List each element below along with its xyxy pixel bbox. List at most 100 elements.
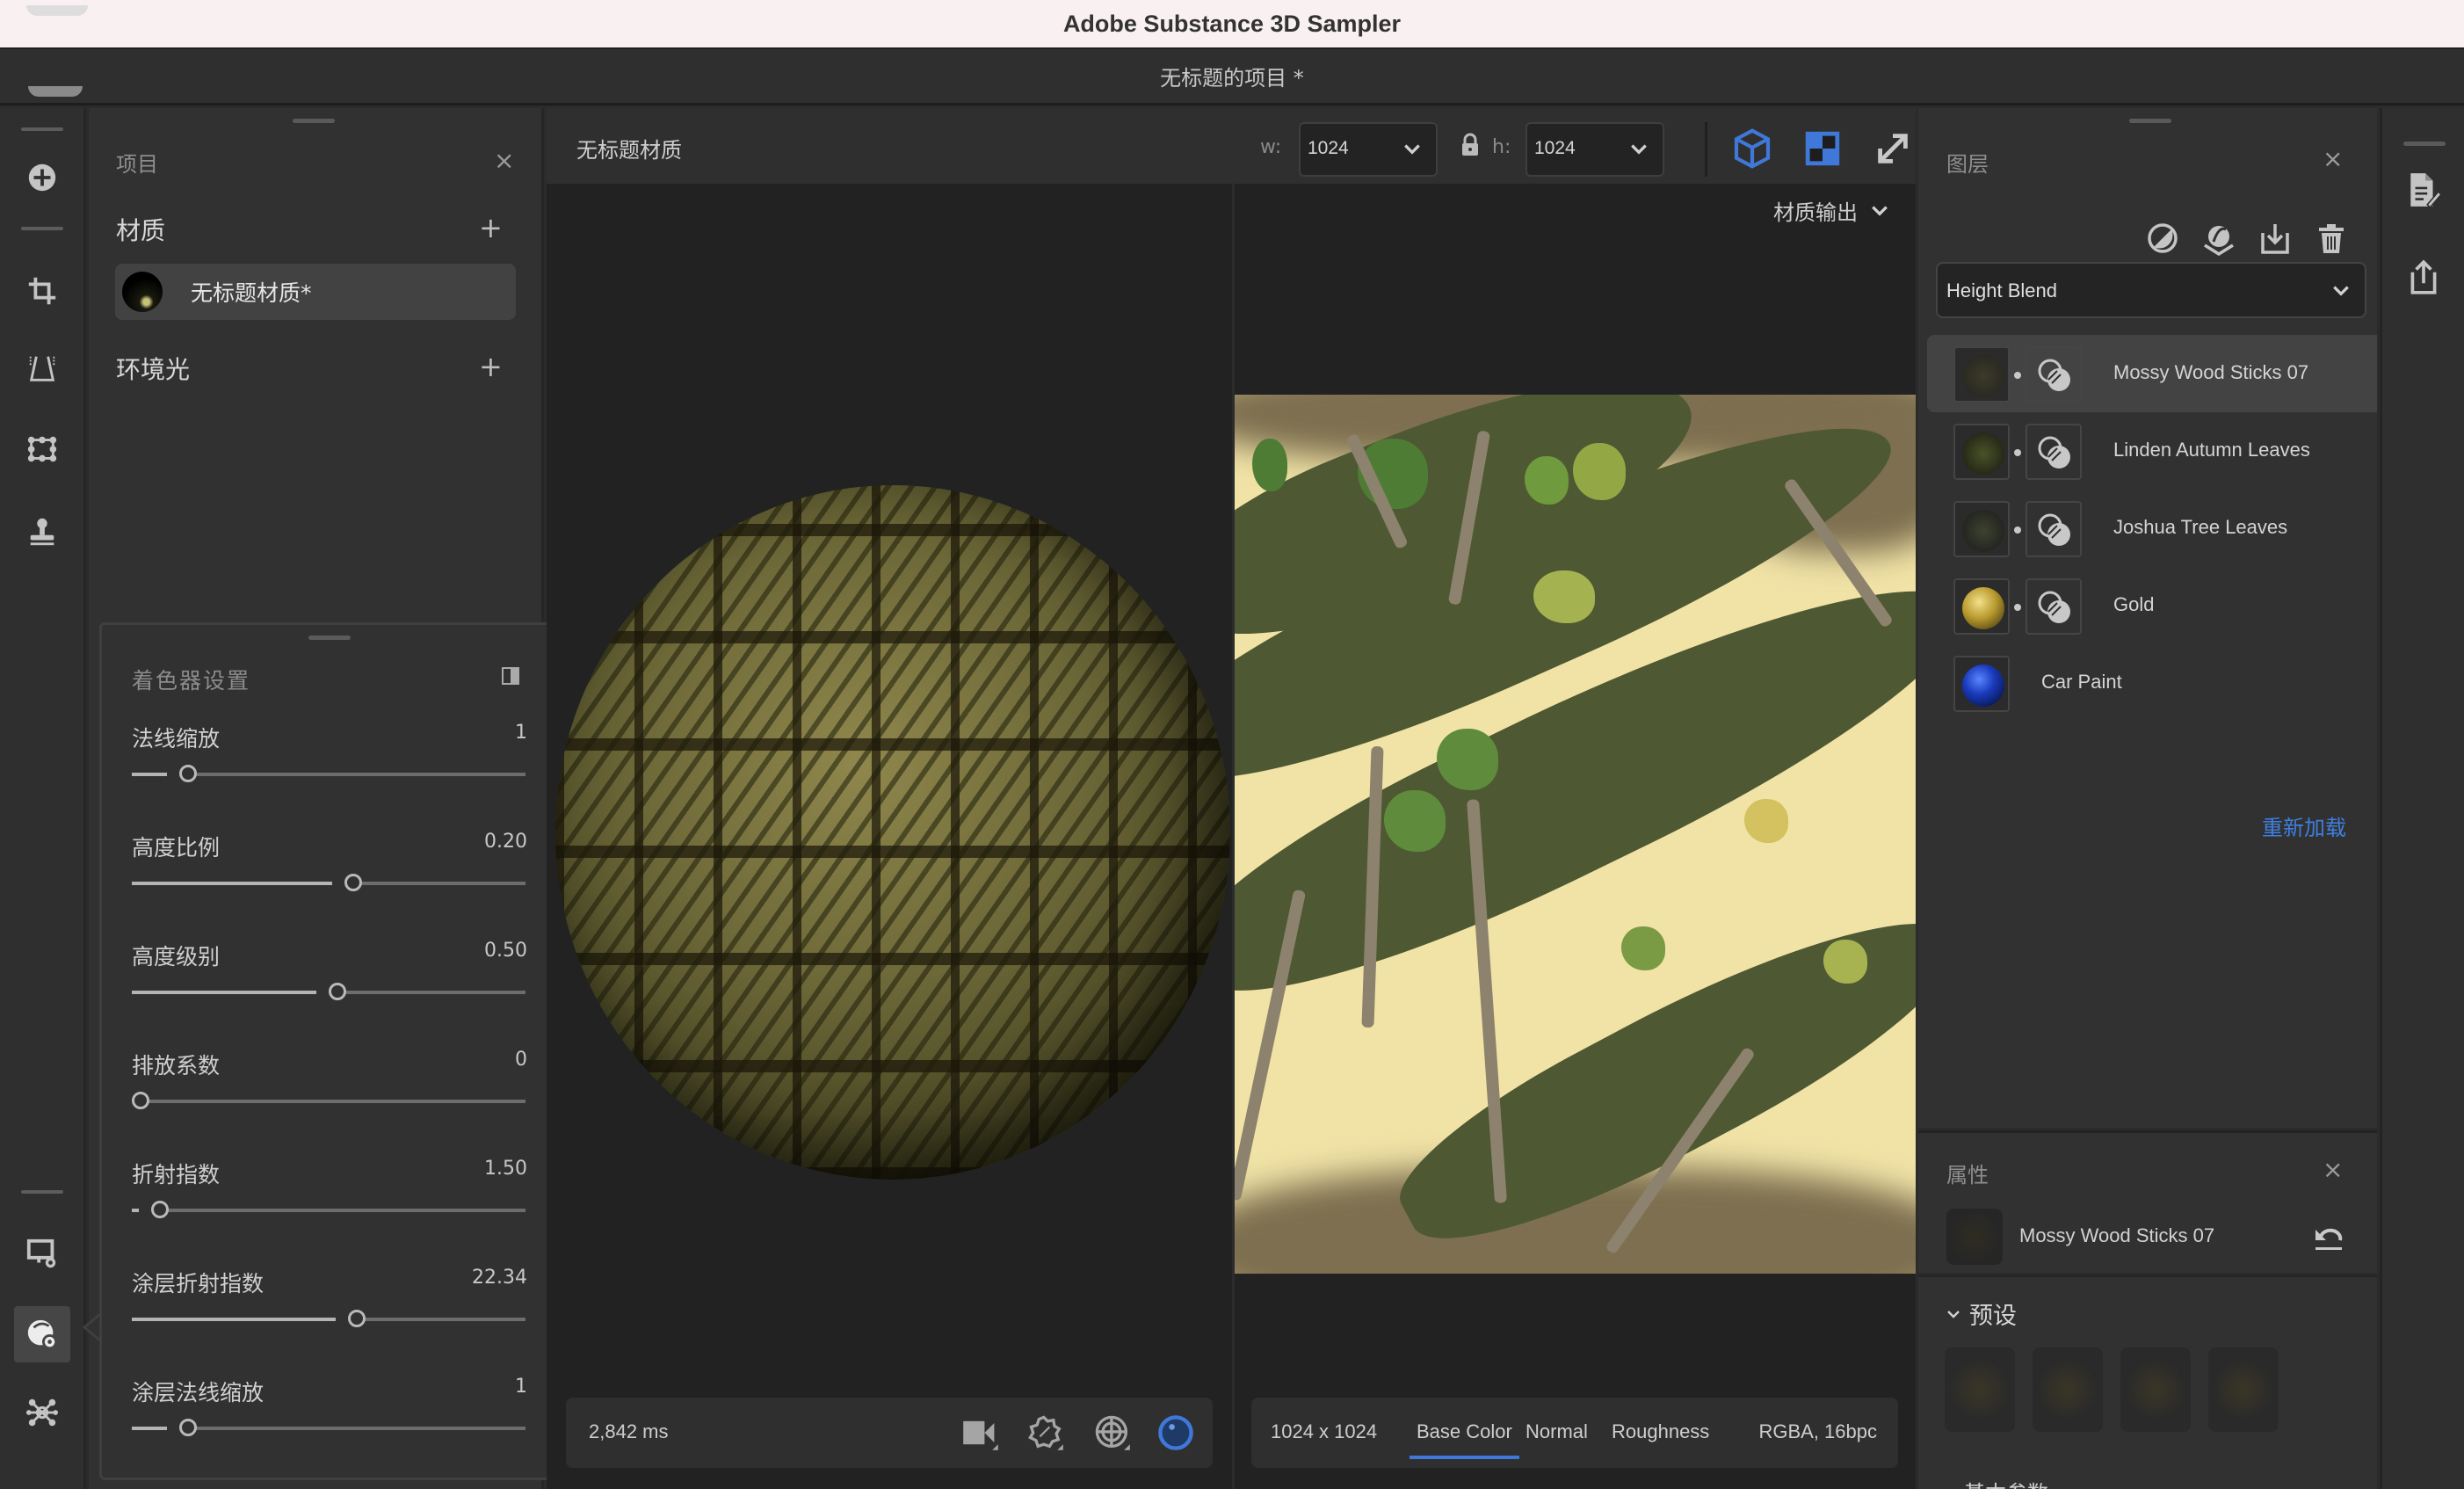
tab-base-color[interactable]: Base Color: [1410, 1420, 1519, 1459]
slider-value[interactable]: 22.34: [472, 1267, 527, 1289]
node-graph-button[interactable]: [21, 1391, 63, 1434]
3d-view-icon[interactable]: [1731, 127, 1773, 170]
slider-thumb[interactable]: [348, 1310, 366, 1327]
width-label: w:: [1260, 136, 1282, 158]
layer-row[interactable]: Car Paint: [1927, 644, 2377, 722]
close-properties-panel-button[interactable]: ×: [2323, 1158, 2343, 1182]
environment-icon[interactable]: [1093, 1413, 1132, 1452]
edit-document-icon[interactable]: [2405, 171, 2442, 208]
layer-mask-button[interactable]: [2026, 578, 2082, 635]
slider-value[interactable]: 1: [515, 722, 527, 744]
panel-drag-handle[interactable]: [293, 119, 335, 123]
layer-thumbnail[interactable]: [1953, 656, 2010, 712]
slider-track[interactable]: [132, 874, 525, 891]
tab-normal[interactable]: Normal: [1526, 1420, 1588, 1443]
slider-thumb[interactable]: [179, 1419, 197, 1436]
2d-view-icon[interactable]: [1801, 127, 1844, 170]
layer-row[interactable]: Gold: [1927, 567, 2377, 644]
height-select[interactable]: 1024: [1526, 122, 1664, 177]
slider-track[interactable]: [132, 765, 525, 782]
crop-tool-button[interactable]: [21, 270, 63, 312]
layer-row[interactable]: Linden Autumn Leaves: [1927, 412, 2377, 490]
height-label: h:: [1492, 136, 1511, 158]
slider-track[interactable]: [132, 1310, 525, 1327]
stamp-tool-button[interactable]: [21, 511, 63, 553]
shader-settings-icon: [27, 1319, 58, 1350]
add-environment-button[interactable]: +: [479, 352, 503, 381]
slider-remaining: [144, 1100, 525, 1103]
close-project-panel-button[interactable]: ×: [494, 149, 514, 173]
chevron-down-icon: [1404, 144, 1420, 155]
preset-thumbnail[interactable]: [2208, 1347, 2279, 1432]
shader-settings-button[interactable]: [14, 1306, 70, 1362]
slider-thumb[interactable]: [179, 765, 197, 782]
slider-value[interactable]: 0.50: [484, 940, 527, 962]
aspect-lock-icon[interactable]: [1460, 133, 1480, 157]
panel-drag-handle[interactable]: [2129, 119, 2171, 123]
lighting-icon[interactable]: [1026, 1413, 1065, 1452]
slider-track[interactable]: [132, 1092, 525, 1109]
reload-link[interactable]: 重新加载: [2262, 810, 2346, 841]
layer-mask-button[interactable]: [2026, 501, 2082, 557]
import-icon[interactable]: [2257, 221, 2293, 256]
slider-track[interactable]: [132, 1201, 525, 1218]
slider-track[interactable]: [132, 1419, 525, 1436]
layer-row[interactable]: Mossy Wood Sticks 07: [1927, 335, 2377, 412]
layer-row[interactable]: Joshua Tree Leaves: [1927, 490, 2377, 567]
width-select[interactable]: 1024: [1299, 122, 1438, 177]
home-tab-handle[interactable]: [28, 86, 83, 97]
panel-drag-handle[interactable]: [2403, 142, 2446, 146]
slider-value[interactable]: 1: [515, 1376, 527, 1398]
add-material-layer-icon[interactable]: [2201, 221, 2236, 256]
window-title-bar: Adobe Substance 3D Sampler: [0, 0, 2464, 49]
presets-toggle[interactable]: 预设: [1946, 1297, 2017, 1331]
slider-value[interactable]: 0: [515, 1049, 527, 1071]
texture-preview[interactable]: [1235, 395, 1916, 1274]
layer-mask-button[interactable]: [2026, 424, 2082, 480]
slider-track[interactable]: [132, 983, 525, 1000]
transform-tool-button[interactable]: [21, 428, 63, 470]
preset-thumbnail[interactable]: [2033, 1347, 2103, 1432]
expand-icon[interactable]: [1872, 127, 1914, 170]
material-sphere-icon[interactable]: [1156, 1413, 1195, 1452]
add-tool-button[interactable]: [21, 156, 63, 199]
layer-thumbnail[interactable]: [1953, 346, 2010, 403]
tab-roughness[interactable]: Roughness: [1612, 1420, 1709, 1443]
blend-mode-value: Height Blend: [1946, 280, 2057, 301]
width-value: 1024: [1308, 138, 1349, 158]
slider-value[interactable]: 0.20: [484, 831, 527, 853]
texture-format: RGBA, 16bpc: [1758, 1420, 1877, 1442]
display-settings-button[interactable]: [21, 1233, 63, 1275]
toggle-panel-layout-button[interactable]: [502, 667, 519, 685]
blend-mode-select[interactable]: Height Blend: [1936, 262, 2366, 318]
material-preview-sphere[interactable]: [555, 485, 1230, 1180]
add-filter-icon[interactable]: [2145, 221, 2180, 256]
slider-value[interactable]: 1.50: [484, 1158, 527, 1180]
layer-thumbnail[interactable]: [1953, 501, 2010, 557]
perspective-tool-button[interactable]: [21, 347, 63, 389]
panel-drag-handle[interactable]: [308, 636, 351, 640]
layer-thumbnail[interactable]: [1953, 578, 2010, 635]
preset-thumbnail[interactable]: [2120, 1347, 2191, 1432]
slider-thumb[interactable]: [329, 983, 346, 1000]
slider-label: 涂层折射指数: [132, 1271, 265, 1297]
right-icon-strip: [2380, 108, 2464, 1489]
add-material-button[interactable]: +: [479, 214, 503, 242]
layer-thumbnail[interactable]: [1953, 424, 2010, 480]
material-output-select[interactable]: 材质输出: [1773, 195, 1889, 226]
layer-mask-button[interactable]: [2026, 346, 2082, 403]
shader-slider-row: 法线缩放 1: [132, 722, 527, 818]
camera-icon[interactable]: [961, 1413, 1000, 1452]
preset-thumbnail[interactable]: [1945, 1347, 2015, 1432]
close-layers-panel-button[interactable]: ×: [2323, 147, 2343, 171]
delete-icon[interactable]: [2314, 221, 2349, 256]
slider-thumb[interactable]: [151, 1201, 169, 1218]
slider-thumb[interactable]: [344, 874, 362, 891]
export-icon[interactable]: [2405, 259, 2442, 296]
shader-slider-row: 排放系数 0: [132, 1049, 527, 1145]
slider-thumb[interactable]: [132, 1092, 149, 1109]
material-list-item[interactable]: 无标题材质*: [115, 264, 516, 320]
window-controls[interactable]: [26, 5, 88, 16]
reset-icon[interactable]: [2314, 1223, 2344, 1253]
shader-slider-row: 高度级别 0.50: [132, 940, 527, 1036]
